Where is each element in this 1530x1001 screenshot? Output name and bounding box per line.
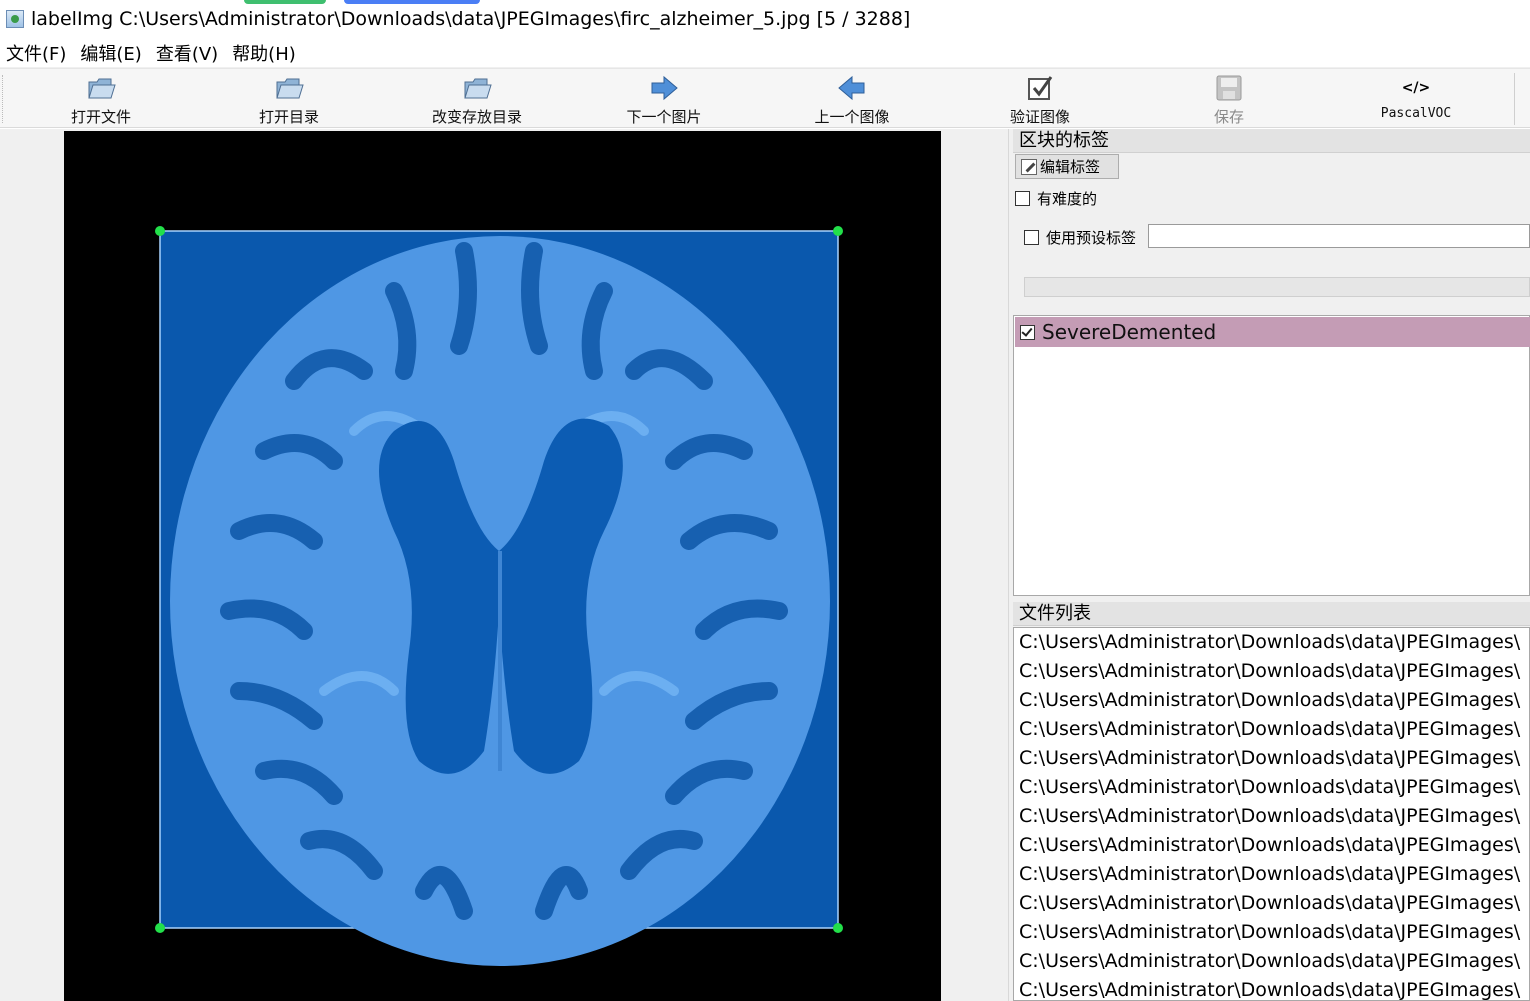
box-labels-dock-title: 区块的标签	[1013, 129, 1530, 153]
label-combo-box[interactable]	[1024, 277, 1530, 297]
file-list-item[interactable]: C:\Users\Administrator\Downloads\data\JP…	[1014, 773, 1529, 802]
save-label: 保存	[1213, 108, 1244, 126]
menu-edit[interactable]: 编辑(E)	[74, 40, 149, 66]
right-panel: 区块的标签 编辑标签 有难度的 使用预设标签 SevereDemented 文件…	[1013, 129, 1530, 1001]
open-file-label: 打开文件	[70, 108, 131, 126]
resize-handle	[155, 923, 165, 933]
file-list-item[interactable]: C:\Users\Administrator\Downloads\data\JP…	[1014, 715, 1529, 744]
arrow-right-icon	[648, 72, 680, 104]
menu-view[interactable]: 查看(V)	[150, 40, 226, 66]
save-button[interactable]: 保存	[1159, 69, 1299, 129]
file-list[interactable]: C:\Users\Administrator\Downloads\data\JP…	[1013, 627, 1530, 1001]
toolbar-separator	[1514, 73, 1516, 125]
file-list-item[interactable]: C:\Users\Administrator\Downloads\data\JP…	[1014, 860, 1529, 889]
next-image-label: 下一个图片	[626, 108, 702, 126]
difficult-checkbox[interactable]	[1015, 191, 1030, 206]
menu-file[interactable]: 文件(F)	[0, 40, 74, 66]
resize-handle	[833, 226, 843, 236]
app-icon	[6, 10, 24, 28]
toolbar-handle	[2, 75, 4, 123]
file-list-item[interactable]: C:\Users\Administrator\Downloads\data\JP…	[1014, 976, 1529, 1000]
edit-pencil-icon	[1021, 158, 1037, 175]
window-title: labelImg C:\Users\Administrator\Download…	[31, 8, 911, 30]
checkbox-verify-icon	[1024, 72, 1056, 104]
file-list-item[interactable]: C:\Users\Administrator\Downloads\data\JP…	[1014, 686, 1529, 715]
title-bar: labelImg C:\Users\Administrator\Download…	[0, 0, 1530, 38]
verify-image-button[interactable]: 验证图像	[970, 69, 1110, 129]
code-icon-glyph: </>	[1401, 80, 1431, 96]
change-save-dir-button[interactable]: 改变存放目录	[407, 69, 547, 129]
difficult-label: 有难度的	[1037, 190, 1098, 208]
open-file-button[interactable]: 打开文件	[31, 69, 171, 129]
file-list-item[interactable]: C:\Users\Administrator\Downloads\data\JP…	[1014, 831, 1529, 860]
open-dir-label: 打开目录	[258, 108, 319, 126]
menu-bar: 文件(F) 编辑(E) 查看(V) 帮助(H)	[0, 38, 1530, 68]
resize-handle	[833, 923, 843, 933]
use-default-label-option: 使用预设标签	[1024, 227, 1136, 248]
format-toggle-button[interactable]: </> PascalVOC	[1346, 69, 1486, 129]
verify-image-label: 验证图像	[1009, 108, 1070, 126]
menu-help[interactable]: 帮助(H)	[226, 40, 304, 66]
format-label: PascalVOC	[1380, 106, 1452, 121]
title-accent-decoration	[344, 0, 480, 4]
file-list-item[interactable]: C:\Users\Administrator\Downloads\data\JP…	[1014, 802, 1529, 831]
prev-image-button[interactable]: 上一个图像	[782, 69, 922, 129]
label-list-item[interactable]: SevereDemented	[1015, 317, 1530, 347]
use-default-label-checkbox[interactable]	[1024, 230, 1039, 245]
next-image-button[interactable]: 下一个图片	[594, 69, 734, 129]
file-list-item[interactable]: C:\Users\Administrator\Downloads\data\JP…	[1014, 918, 1529, 947]
file-list-item[interactable]: C:\Users\Administrator\Downloads\data\JP…	[1014, 744, 1529, 773]
code-icon: </>	[1400, 72, 1432, 104]
arrow-left-icon	[836, 72, 868, 104]
resize-handle	[155, 226, 165, 236]
file-list-item[interactable]: C:\Users\Administrator\Downloads\data\JP…	[1014, 657, 1529, 686]
edit-label-text: 编辑标签	[1040, 158, 1101, 176]
use-default-label-text: 使用预设标签	[1046, 229, 1137, 247]
folder-icon	[461, 72, 493, 104]
folder-icon	[85, 72, 117, 104]
file-list-item[interactable]: C:\Users\Administrator\Downloads\data\JP…	[1014, 889, 1529, 918]
annotated-image[interactable]	[64, 131, 941, 1001]
label-list[interactable]: SevereDemented	[1013, 315, 1530, 596]
label-visible-checkbox[interactable]	[1020, 324, 1035, 340]
open-dir-button[interactable]: 打开目录	[219, 69, 359, 129]
edit-label-button[interactable]: 编辑标签	[1015, 154, 1119, 179]
prev-image-label: 上一个图像	[814, 108, 890, 126]
label-name: SevereDemented	[1042, 320, 1217, 344]
file-list-item[interactable]: C:\Users\Administrator\Downloads\data\JP…	[1014, 628, 1529, 657]
file-list-dock-title: 文件列表	[1013, 602, 1530, 626]
file-list-item[interactable]: C:\Users\Administrator\Downloads\data\JP…	[1014, 947, 1529, 976]
difficult-option: 有难度的	[1015, 188, 1097, 209]
change-save-dir-label: 改变存放目录	[431, 108, 522, 126]
floppy-disk-icon	[1213, 72, 1245, 104]
title-accent-decoration	[244, 0, 326, 4]
default-label-input[interactable]	[1148, 224, 1530, 248]
canvas-area[interactable]	[0, 129, 1008, 1001]
folder-icon	[273, 72, 305, 104]
image-canvas[interactable]	[64, 131, 941, 1001]
toolbar: 打开文件 打开目录 改变存放目录 下一个图片 上一个图像 验证图像 保存 </>…	[0, 68, 1530, 128]
